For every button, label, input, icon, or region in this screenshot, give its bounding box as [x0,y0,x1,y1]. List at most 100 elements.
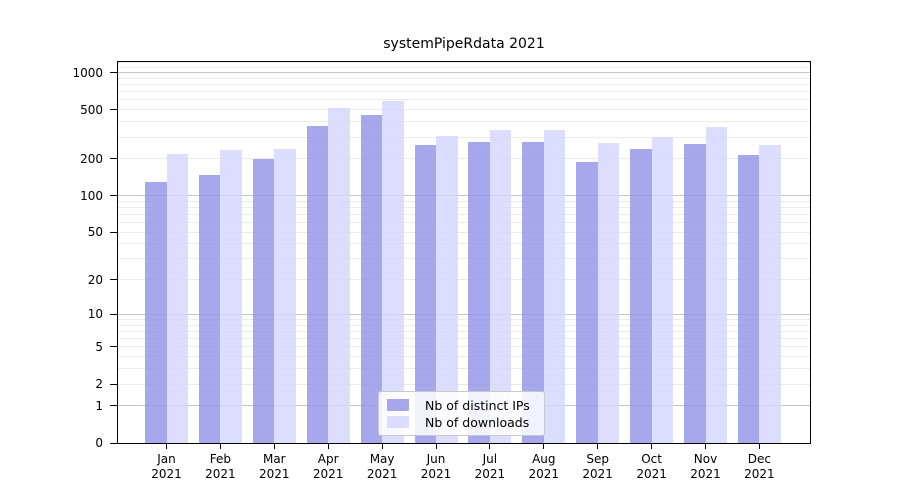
x-tick-year: 2021 [408,467,464,482]
major-gridline [118,72,810,73]
legend-swatch-distinct-ips [387,399,409,411]
x-tick-mark [597,444,598,449]
x-tick-label: Sep2021 [570,452,626,482]
bar-downloads-aug [544,130,566,443]
minor-gridline [118,84,810,85]
x-tick-year: 2021 [462,467,518,482]
bar-distinct-ips-oct [630,149,652,443]
bar-downloads-oct [652,137,674,443]
bar-distinct-ips-jan [145,182,167,443]
y-tick-label: 20 [43,272,103,288]
y-tick-mark [110,158,117,159]
x-tick-mark [651,444,652,449]
y-tick-mark [110,405,117,406]
x-tick-label: May2021 [354,452,410,482]
x-tick-year: 2021 [300,467,356,482]
y-tick-label: 10 [43,306,103,322]
plot-area [117,61,811,444]
y-tick-mark [110,443,117,444]
x-tick-month: Nov [678,452,734,467]
y-tick-mark [110,314,117,315]
x-tick-month: Mar [246,452,302,467]
y-tick-mark [110,232,117,233]
x-tick-label: Dec2021 [731,452,787,482]
x-tick-mark [543,444,544,449]
x-tick-label: Aug2021 [516,452,572,482]
x-tick-mark [328,444,329,449]
minor-gridline [118,67,810,68]
x-tick-month: Jan [139,452,195,467]
bar-distinct-ips-sep [576,162,598,443]
x-tick-month: Feb [192,452,248,467]
minor-gridline [118,121,810,122]
y-tick-label: 50 [43,224,103,240]
legend-item-distinct-ips: Nb of distinct IPs [387,398,544,412]
bar-downloads-jan [167,154,189,443]
bar-distinct-ips-apr [307,126,329,443]
x-tick-year: 2021 [516,467,572,482]
x-tick-year: 2021 [570,467,626,482]
chart-title: systemPipeRdata 2021 [117,36,811,52]
x-tick-month: Jun [408,452,464,467]
bar-distinct-ips-dec [738,155,760,443]
x-tick-label: Mar2021 [246,452,302,482]
x-tick-mark [759,444,760,449]
x-tick-month: Jul [462,452,518,467]
x-tick-mark [382,444,383,449]
y-tick-mark [110,109,117,110]
x-tick-label: Oct2021 [624,452,680,482]
y-tick-label: 1 [43,398,103,414]
y-tick-mark [110,279,117,280]
x-tick-mark [274,444,275,449]
x-tick-month: Sep [570,452,626,467]
x-tick-label: Nov2021 [678,452,734,482]
minor-gridline [118,78,810,79]
y-tick-mark [110,384,117,385]
x-tick-year: 2021 [354,467,410,482]
x-tick-mark [166,444,167,449]
y-tick-mark [110,195,117,196]
minor-gridline [118,99,810,100]
x-tick-label: Apr2021 [300,452,356,482]
bar-distinct-ips-nov [684,144,706,443]
legend-label-distinct-ips: Nb of distinct IPs [425,398,530,413]
x-tick-year: 2021 [139,467,195,482]
x-tick-year: 2021 [246,467,302,482]
x-tick-year: 2021 [731,467,787,482]
x-tick-label: Jun2021 [408,452,464,482]
x-tick-mark [489,444,490,449]
x-tick-mark [220,444,221,449]
y-tick-label: 500 [43,102,103,118]
x-tick-month: Apr [300,452,356,467]
minor-gridline [118,91,810,92]
minor-gridline [118,109,810,110]
x-tick-year: 2021 [678,467,734,482]
bar-downloads-apr [328,108,350,443]
bar-distinct-ips-feb [199,175,221,443]
y-tick-label: 100 [43,188,103,204]
y-tick-label: 200 [43,151,103,167]
x-tick-month: May [354,452,410,467]
y-tick-mark [110,346,117,347]
x-tick-year: 2021 [624,467,680,482]
x-tick-mark [705,444,706,449]
x-tick-label: Feb2021 [192,452,248,482]
legend: Nb of distinct IPs Nb of downloads [378,391,545,436]
figure: systemPipeRdata 2021 0 1 2 5 10 20 50 100 200 500… [0,0,900,500]
bar-downloads-dec [759,145,781,443]
legend-swatch-downloads [387,416,409,428]
x-tick-label: Jul2021 [462,452,518,482]
legend-item-downloads: Nb of downloads [387,415,544,429]
x-tick-mark [436,444,437,449]
minor-gridline [118,62,810,63]
x-tick-month: Dec [731,452,787,467]
bar-distinct-ips-mar [253,159,275,443]
x-tick-month: Aug [516,452,572,467]
x-tick-label: Jan2021 [139,452,195,482]
y-tick-label: 2 [43,376,103,392]
bar-downloads-mar [274,149,296,443]
x-tick-month: Oct [624,452,680,467]
y-tick-label: 1000 [43,65,103,81]
y-tick-label: 5 [43,339,103,355]
y-tick-label: 0 [43,435,103,451]
